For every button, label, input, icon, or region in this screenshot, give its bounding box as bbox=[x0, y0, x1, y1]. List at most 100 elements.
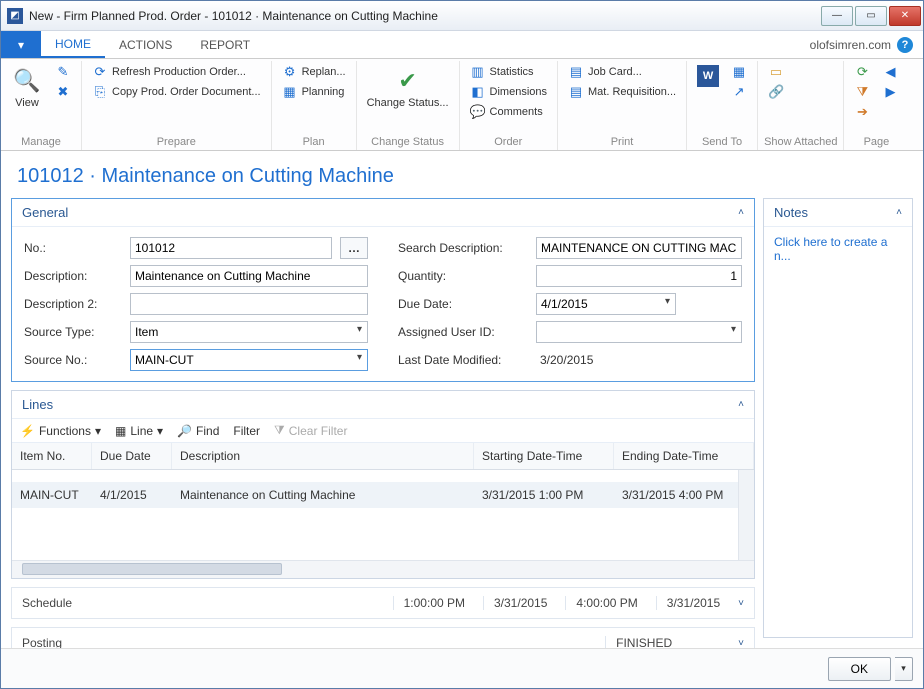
copy-doc-button[interactable]: ⎘Copy Prod. Order Document... bbox=[88, 83, 265, 101]
group-label-sendto: Send To bbox=[693, 134, 751, 150]
stats-label: Statistics bbox=[490, 66, 534, 78]
no-field[interactable] bbox=[130, 237, 332, 259]
page-next[interactable]: ▶ bbox=[878, 83, 902, 101]
mat-req-button[interactable]: ▤Mat. Requisition... bbox=[564, 83, 680, 101]
schedule-start-date: 3/31/2015 bbox=[483, 596, 557, 610]
assigned-user-field[interactable] bbox=[536, 321, 742, 343]
description-field[interactable] bbox=[130, 265, 368, 287]
functions-label: Functions bbox=[39, 424, 91, 438]
panel-lines: Lines ˄ ⚡ Functions ▾ ▦Line ▾ 🔎Find Filte… bbox=[11, 390, 755, 579]
statistics-button[interactable]: ▥Statistics bbox=[466, 63, 551, 81]
comments-label: Comments bbox=[490, 106, 543, 118]
replan-label: Replan... bbox=[302, 66, 346, 78]
dimensions-button[interactable]: ◧Dimensions bbox=[466, 83, 551, 101]
vertical-scrollbar[interactable] bbox=[738, 470, 754, 560]
maximize-button[interactable]: ▭ bbox=[855, 6, 887, 26]
cell-end-datetime: 3/31/2015 4:00 PM bbox=[614, 488, 754, 502]
comments-button[interactable]: 💬Comments bbox=[466, 103, 551, 121]
clear-filter-button[interactable]: ⧩Clear Filter bbox=[274, 423, 347, 438]
col-end-datetime[interactable]: Ending Date-Time bbox=[614, 443, 754, 469]
horizontal-scrollbar[interactable] bbox=[12, 560, 754, 578]
col-description[interactable]: Description bbox=[172, 443, 474, 469]
replan-button[interactable]: ⚙Replan... bbox=[278, 63, 350, 81]
col-item-no[interactable]: Item No. bbox=[12, 443, 92, 469]
ribbon-group-order: ▥Statistics ◧Dimensions 💬Comments Order bbox=[460, 61, 558, 150]
tab-report[interactable]: REPORT bbox=[186, 31, 264, 58]
panel-general-header[interactable]: General ˄ bbox=[12, 199, 754, 227]
dims-label: Dimensions bbox=[490, 86, 547, 98]
quantity-field[interactable] bbox=[536, 265, 742, 287]
refresh-order-button[interactable]: ⟳Refresh Production Order... bbox=[88, 63, 265, 81]
source-no-field[interactable] bbox=[130, 349, 368, 371]
word-icon: W bbox=[697, 65, 719, 87]
group-label-prepare: Prepare bbox=[88, 134, 265, 150]
lightning-icon: ⚡ bbox=[20, 424, 35, 438]
posting-summary[interactable]: Posting FINISHED ˅ bbox=[11, 627, 755, 648]
window-controls: — ▭ ✕ bbox=[819, 6, 921, 26]
ribbon-group-page: ⟳ ⧩ ➔ ◀ ▶ Page bbox=[844, 61, 908, 150]
line-menu[interactable]: ▦Line ▾ bbox=[115, 424, 163, 438]
chevron-down-icon: ▾ bbox=[95, 424, 101, 438]
file-menu[interactable]: ▾ bbox=[1, 31, 41, 58]
find-label: Find bbox=[196, 424, 219, 438]
tab-home[interactable]: HOME bbox=[41, 31, 105, 58]
ribbon-group-attached: ▭ 🔗 Show Attached bbox=[758, 61, 844, 150]
schedule-end-time: 4:00:00 PM bbox=[565, 596, 647, 610]
view-button[interactable]: 🔍 View bbox=[7, 63, 47, 134]
filter-button[interactable]: Filter bbox=[233, 424, 260, 438]
ok-dropdown[interactable]: ▾ bbox=[895, 657, 913, 681]
col-due-date[interactable]: Due Date bbox=[92, 443, 172, 469]
source-type-field[interactable] bbox=[130, 321, 368, 343]
jobcard-label: Job Card... bbox=[588, 66, 642, 78]
right-column: Notes ˄ Click here to create a n... bbox=[763, 198, 913, 638]
copy-label: Copy Prod. Order Document... bbox=[112, 86, 261, 98]
app-icon: ◩ bbox=[7, 8, 23, 24]
page-prev[interactable]: ◀ bbox=[878, 63, 902, 81]
word-button[interactable]: W bbox=[693, 63, 723, 134]
col-start-datetime[interactable]: Starting Date-Time bbox=[474, 443, 614, 469]
export-icon: ↗ bbox=[731, 84, 747, 100]
close-button[interactable]: ✕ bbox=[889, 6, 921, 26]
panel-notes-header[interactable]: Notes ˄ bbox=[764, 199, 912, 227]
lines-table-body: MAIN-CUT 4/1/2015 Maintenance on Cutting… bbox=[12, 470, 754, 560]
search-description-field[interactable] bbox=[536, 237, 742, 259]
table-row[interactable]: MAIN-CUT 4/1/2015 Maintenance on Cutting… bbox=[12, 482, 754, 508]
page-clear[interactable]: ⧩ bbox=[850, 83, 874, 101]
no-label: No.: bbox=[24, 241, 122, 255]
notes-button[interactable]: ▭ bbox=[764, 63, 788, 81]
job-card-button[interactable]: ▤ Job Card... bbox=[564, 63, 680, 81]
expand-icon: ˅ bbox=[738, 638, 744, 649]
cell-item-no: MAIN-CUT bbox=[12, 488, 92, 502]
group-label-plan: Plan bbox=[278, 134, 350, 150]
sendto-icon1[interactable]: ▦ bbox=[727, 63, 751, 81]
group-label-order: Order bbox=[466, 134, 551, 150]
help-icon[interactable]: ? bbox=[897, 37, 913, 53]
check-circle-icon: ✔ bbox=[392, 65, 424, 97]
edit-button[interactable]: ✎ bbox=[51, 63, 75, 81]
no-lookup-button[interactable]: … bbox=[340, 237, 368, 259]
page-goto[interactable]: ➔ bbox=[850, 103, 874, 121]
find-button[interactable]: 🔎Find bbox=[177, 424, 219, 438]
description2-field[interactable] bbox=[130, 293, 368, 315]
page-refresh[interactable]: ⟳ bbox=[850, 63, 874, 81]
tab-actions[interactable]: ACTIONS bbox=[105, 31, 186, 58]
change-status-button[interactable]: ✔ Change Status... bbox=[363, 63, 453, 134]
create-note-link[interactable]: Click here to create a n... bbox=[764, 227, 912, 271]
minimize-button[interactable]: — bbox=[821, 6, 853, 26]
document-icon: ▤ bbox=[568, 64, 584, 80]
functions-menu[interactable]: ⚡ Functions ▾ bbox=[20, 424, 101, 438]
schedule-end-date: 3/31/2015 bbox=[656, 596, 730, 610]
notes-title: Notes bbox=[774, 205, 808, 220]
links-button[interactable]: 🔗 bbox=[764, 83, 788, 101]
ok-button[interactable]: OK bbox=[828, 657, 891, 681]
delete-button[interactable]: ✖ bbox=[51, 83, 75, 101]
ribbon-group-prepare: ⟳Refresh Production Order... ⎘Copy Prod.… bbox=[82, 61, 272, 150]
sendto-icon2[interactable]: ↗ bbox=[727, 83, 751, 101]
link-icon: 🔗 bbox=[768, 84, 784, 100]
schedule-summary[interactable]: Schedule 1:00:00 PM 3/31/2015 4:00:00 PM… bbox=[11, 587, 755, 619]
panel-lines-header[interactable]: Lines ˄ bbox=[12, 391, 754, 419]
planning-button[interactable]: ▦Planning bbox=[278, 83, 350, 101]
grid-icon: ▦ bbox=[115, 424, 126, 438]
scroll-thumb[interactable] bbox=[22, 563, 282, 575]
due-date-field[interactable] bbox=[536, 293, 676, 315]
